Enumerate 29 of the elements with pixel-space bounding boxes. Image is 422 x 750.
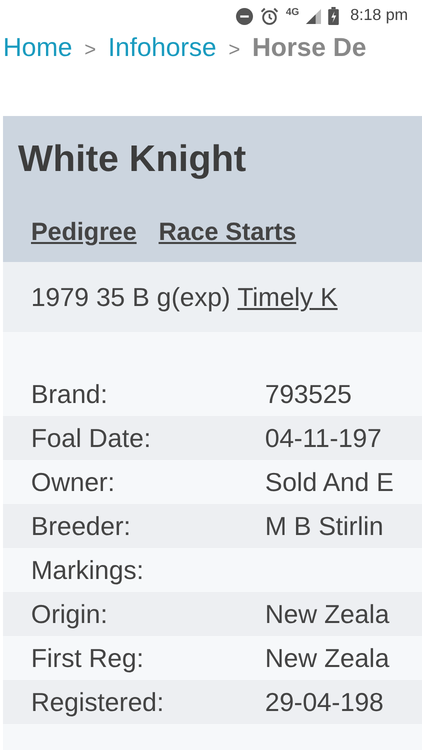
detail-value: 04-11-197 (265, 422, 382, 454)
tab-link[interactable]: Pedigree (31, 218, 137, 247)
breadcrumb-separator: > (84, 39, 96, 62)
tab-link[interactable]: Race Starts (158, 218, 296, 247)
alarm-clock-icon (260, 6, 279, 26)
battery-icon (328, 7, 340, 25)
detail-value: Sold And E (265, 466, 394, 498)
detail-value: New Zeala (265, 598, 390, 630)
detail-value: M B Stirlin (265, 510, 384, 542)
breadcrumb-separator: > (228, 39, 240, 62)
detail-label: Markings: (31, 554, 145, 586)
detail-label: Origin: (31, 598, 109, 630)
detail-value: New Zeala (265, 642, 390, 674)
detail-label: Owner: (31, 466, 116, 498)
sire-link[interactable]: Timely K (237, 282, 338, 312)
clock-time: 8:18 pm (350, 7, 408, 25)
do-not-disturb-icon (236, 8, 253, 24)
detail-value: 793525 (265, 378, 352, 410)
horse-name: White Knight (18, 138, 248, 180)
detail-label: Breeder: (31, 510, 132, 542)
signal-icon (306, 8, 322, 24)
detail-label: Registered: (31, 686, 165, 718)
detail-label: Foal Date: (31, 422, 152, 454)
detail-label: First Reg: (31, 642, 145, 674)
detail-value: 29-04-198 (265, 686, 384, 718)
summary-text: 1979 35 B g(exp) (31, 282, 230, 312)
detail-label: Brand: (31, 378, 109, 410)
network-type: 4G (286, 7, 300, 18)
breadcrumb-current: Horse De (252, 32, 366, 63)
